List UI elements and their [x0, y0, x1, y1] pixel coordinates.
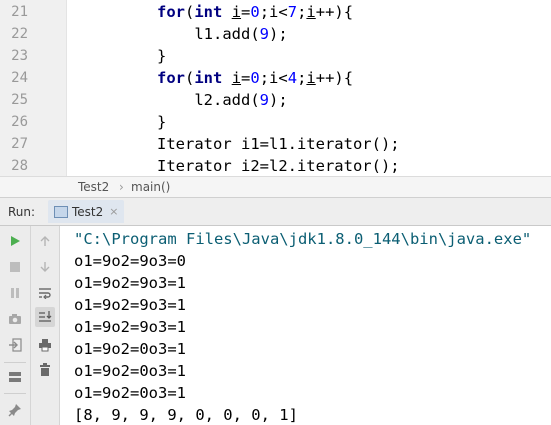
line-number: 21	[11, 4, 28, 20]
number-literal: 0	[250, 69, 260, 87]
layout-icon	[9, 372, 21, 382]
code-line-27[interactable]: Iterator i1=l1.iterator();	[157, 133, 400, 155]
number-literal: 7	[287, 3, 298, 21]
pause-button[interactable]	[5, 283, 25, 303]
up-arrow-icon	[40, 236, 50, 246]
keyword: for	[157, 69, 185, 87]
code-line-22[interactable]: l1.add(9);	[157, 23, 287, 45]
line-number: 28	[11, 158, 28, 174]
console-output[interactable]: "C:\Program Files\Java\jdk1.8.0_144\bin\…	[60, 226, 551, 425]
line-number: 25	[11, 92, 28, 108]
number-literal: 0	[250, 3, 260, 21]
toolbar-divider	[4, 362, 26, 363]
print-icon	[39, 339, 51, 352]
soft-wrap-button[interactable]	[35, 283, 55, 303]
line-number: 23	[11, 48, 28, 64]
code-line-25[interactable]: l2.add(9);	[157, 89, 287, 111]
keyword: for	[157, 3, 185, 21]
run-tab-label: Test2	[72, 204, 104, 219]
restore-layout-button[interactable]	[5, 335, 25, 355]
keyword: int	[194, 3, 223, 21]
code-line-23[interactable]: }	[157, 45, 166, 67]
previous-occurrence-button[interactable]	[35, 231, 55, 251]
console-line: o1=9o2=9o3=0	[74, 252, 186, 270]
console-line: o1=9o2=0o3=1	[74, 384, 186, 402]
console-icon	[54, 205, 68, 218]
variable: i	[306, 3, 316, 21]
breadcrumb-separator: ›	[119, 180, 124, 194]
console-line: o1=9o2=9o3=1	[74, 274, 186, 292]
variable: i	[231, 69, 242, 87]
rerun-button[interactable]	[5, 231, 25, 251]
number-literal: 4	[287, 69, 298, 87]
line-number-gutter: 21 22 23 24 25 26 27 28	[0, 0, 67, 176]
pause-icon	[11, 288, 19, 298]
line-number: 22	[11, 26, 28, 42]
pin-icon	[8, 404, 21, 417]
variable: i	[231, 3, 242, 21]
down-arrow-icon	[40, 262, 50, 272]
run-config-tab[interactable]: Test2 ×	[48, 200, 125, 223]
trash-icon	[40, 363, 50, 376]
code-line-21[interactable]: for(int i=0;i<7;i++){	[157, 1, 353, 23]
clear-all-button[interactable]	[35, 360, 55, 380]
login-icon	[9, 338, 22, 352]
keyword: int	[194, 69, 223, 87]
code-editor[interactable]: 21 22 23 24 25 26 27 28 for(int i=0;i<7;…	[0, 0, 551, 176]
line-number: 24	[11, 70, 28, 86]
number-literal: 9	[259, 25, 269, 43]
pin-tab-button[interactable]	[5, 400, 25, 420]
console-line: o1=9o2=9o3=1	[74, 296, 186, 314]
dump-threads-button[interactable]	[5, 309, 25, 329]
run-actions-toolbar	[0, 226, 31, 425]
scroll-to-end-button[interactable]	[35, 307, 55, 327]
next-occurrence-button[interactable]	[35, 257, 55, 277]
stop-icon	[10, 262, 20, 272]
layout-settings-button[interactable]	[5, 367, 25, 387]
close-icon[interactable]: ×	[109, 205, 118, 218]
breadcrumb-item-method[interactable]: main()	[131, 180, 170, 194]
run-label: Run:	[8, 205, 36, 219]
stop-button[interactable]	[5, 257, 25, 277]
scroll-to-end-icon	[39, 311, 52, 322]
console-line: o1=9o2=9o3=1	[74, 318, 186, 336]
run-tool-window-header: Run: Test2 ×	[0, 198, 551, 226]
console-line: [8, 9, 9, 9, 0, 0, 0, 1]	[74, 406, 298, 424]
number-literal: 9	[259, 91, 269, 109]
console-line: o1=9o2=0o3=1	[74, 340, 186, 358]
console-line: o1=9o2=0o3=1	[74, 362, 186, 380]
toolbar-divider	[4, 393, 26, 394]
breadcrumb: Test2 › main()	[0, 176, 551, 198]
code-line-26[interactable]: }	[157, 111, 166, 133]
variable: i	[306, 69, 316, 87]
run-icon	[11, 236, 20, 246]
camera-icon	[9, 314, 21, 324]
breadcrumb-item-class[interactable]: Test2	[78, 180, 109, 194]
code-line-28[interactable]: Iterator i2=l2.iterator();	[157, 155, 400, 176]
code-line-24[interactable]: for(int i=0;i<4;i++){	[157, 67, 353, 89]
line-number: 26	[11, 114, 28, 130]
console-command-line: "C:\Program Files\Java\jdk1.8.0_144\bin\…	[74, 230, 532, 248]
soft-wrap-icon	[39, 288, 51, 299]
print-button[interactable]	[35, 335, 55, 355]
console-actions-toolbar	[31, 226, 60, 425]
line-number: 27	[11, 136, 28, 152]
